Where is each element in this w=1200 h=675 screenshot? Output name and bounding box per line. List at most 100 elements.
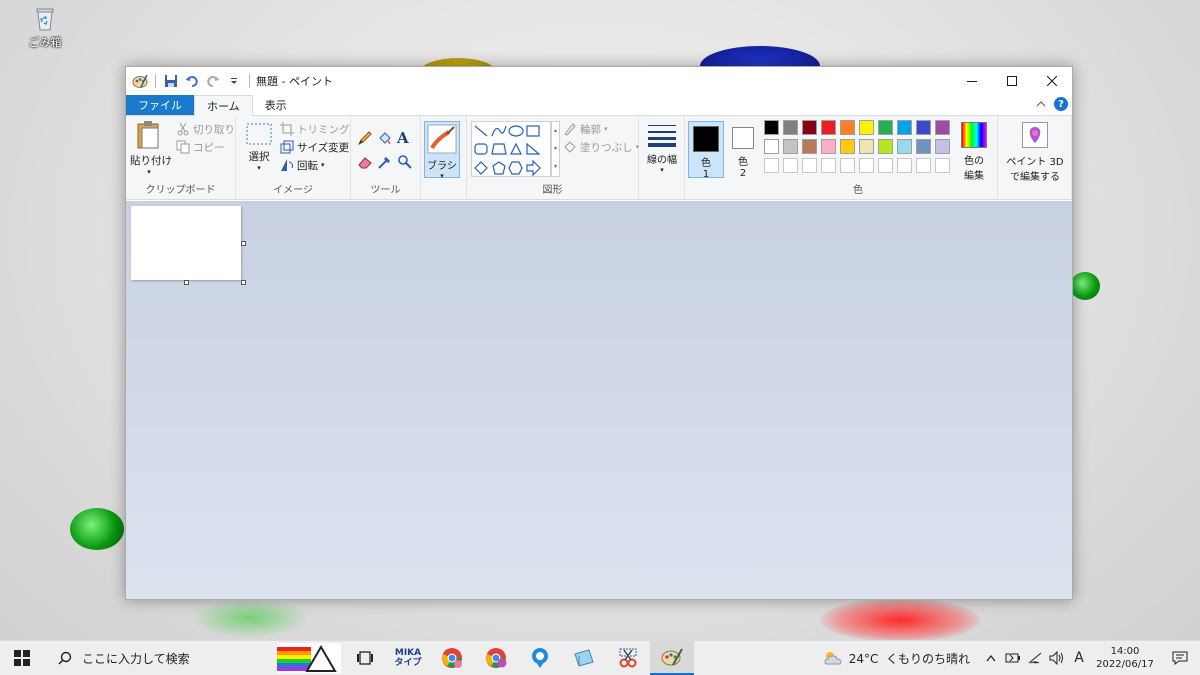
tab-view[interactable]: 表示 [253, 95, 299, 115]
palette-swatch-empty[interactable] [764, 158, 779, 173]
network-tray-button[interactable] [1024, 641, 1046, 675]
palette-swatch-empty[interactable] [859, 158, 874, 173]
eraser-icon[interactable] [357, 154, 373, 170]
palette-swatch-empty[interactable] [878, 158, 893, 173]
palette-swatch[interactable] [916, 120, 931, 135]
palette-swatch[interactable] [764, 120, 779, 135]
palette-swatch-empty[interactable] [935, 158, 950, 173]
palette-swatch-empty[interactable] [916, 158, 931, 173]
palette-swatch[interactable] [935, 120, 950, 135]
ime-indicator[interactable]: A [1068, 641, 1090, 675]
magnifier-icon[interactable] [397, 154, 413, 170]
title-bar[interactable]: 無題 - ペイント [126, 67, 1072, 95]
edit-colors-line2: 編集 [964, 171, 984, 182]
color1-button[interactable]: 色 1 [688, 121, 724, 180]
undo-icon[interactable] [184, 73, 200, 89]
pinned-app-chrome-profile[interactable] [474, 641, 518, 675]
palette-swatch[interactable] [783, 139, 798, 154]
pinned-app-snipping[interactable] [606, 641, 650, 675]
maximize-button[interactable] [992, 67, 1032, 95]
taskbar-app-paint[interactable] [650, 641, 694, 675]
minimize-button[interactable] [952, 67, 992, 95]
canvas-resize-handle-right[interactable] [241, 241, 246, 246]
color2-button[interactable]: 色 2 [726, 121, 760, 179]
palette-swatch[interactable] [783, 120, 798, 135]
palette-swatch[interactable] [859, 120, 874, 135]
color-picker-icon[interactable] [377, 154, 393, 170]
crop-button[interactable]: トリミング [280, 120, 350, 138]
color-wheel-icon [961, 122, 987, 148]
brush-button[interactable]: ブラシ ▾ [424, 121, 460, 180]
battery-tray-button[interactable] [1002, 641, 1024, 675]
taskbar-search[interactable]: ここに入力して検索 [44, 641, 274, 675]
palette-swatch[interactable] [897, 120, 912, 135]
collapse-ribbon-icon[interactable] [1036, 98, 1046, 111]
fill-bucket-icon[interactable] [377, 130, 393, 146]
show-hidden-icons-button[interactable] [980, 641, 1002, 675]
redo-icon[interactable] [205, 73, 221, 89]
pinned-app-chrome[interactable] [430, 641, 474, 675]
paste-button[interactable]: 貼り付け ▾ [130, 120, 172, 176]
canvas-resize-handle-corner[interactable] [241, 280, 246, 285]
palette-swatch[interactable] [821, 120, 836, 135]
fill-button[interactable]: 塗りつぶし ▾ [563, 138, 639, 156]
customize-qat-icon[interactable] [226, 73, 242, 89]
resize-button[interactable]: サイズ変更 [280, 138, 350, 156]
palette-swatch-empty[interactable] [802, 158, 817, 173]
palette-swatch[interactable] [802, 139, 817, 154]
maximize-icon [1007, 76, 1017, 86]
pinned-app-rainbow[interactable] [274, 641, 344, 675]
copy-button[interactable]: コピー [176, 138, 235, 156]
outline-button[interactable]: 輪郭 ▾ [563, 120, 639, 138]
select-button[interactable]: 選択 ▾ [244, 122, 274, 172]
drawing-canvas[interactable] [131, 206, 241, 280]
pinned-app-notebook[interactable] [562, 641, 606, 675]
edit-with-paint3d-button[interactable]: ペイント 3D で編集する [1000, 122, 1070, 183]
task-view-button[interactable] [344, 641, 386, 675]
shape-gallery-scroll[interactable]: ▴ ▾ ▾ [551, 121, 560, 177]
start-button[interactable] [0, 641, 44, 675]
palette-swatch[interactable] [878, 139, 893, 154]
palette-swatch[interactable] [802, 120, 817, 135]
palette-swatch[interactable] [916, 139, 931, 154]
action-center-button[interactable] [1160, 641, 1200, 675]
tab-home[interactable]: ホーム [194, 95, 253, 116]
help-button[interactable]: ? [1054, 97, 1068, 111]
shape-gallery[interactable] [471, 121, 551, 177]
paint-app-icon[interactable] [132, 73, 148, 89]
palette-swatch-empty[interactable] [840, 158, 855, 173]
edit-colors-line1: 色の [964, 156, 984, 167]
palette-swatch-empty[interactable] [897, 158, 912, 173]
size-button[interactable]: 線の幅 ▾ [643, 122, 681, 174]
save-icon[interactable] [163, 73, 179, 89]
rotate-button[interactable]: 回転 ▾ [280, 156, 350, 174]
cut-label: 切り取り [193, 123, 235, 136]
wallpaper-green-orb-small [1070, 272, 1100, 300]
tab-file[interactable]: ファイル [126, 95, 194, 115]
edit-colors-button[interactable]: 色の 編集 [957, 122, 991, 182]
palette-swatch[interactable] [764, 139, 779, 154]
text-tool-icon[interactable]: A [397, 129, 417, 147]
palette-swatch[interactable] [878, 120, 893, 135]
palette-swatch-empty[interactable] [821, 158, 836, 173]
pinned-app-mika[interactable]: MIKA タイプ [386, 641, 430, 675]
palette-swatch-empty[interactable] [783, 158, 798, 173]
pinned-app-blue-drop[interactable] [518, 641, 562, 675]
close-button[interactable] [1032, 67, 1072, 95]
volume-tray-button[interactable] [1046, 641, 1068, 675]
palette-swatch[interactable] [840, 139, 855, 154]
palette-swatch[interactable] [897, 139, 912, 154]
palette-swatch[interactable] [840, 120, 855, 135]
recycle-bin-shortcut[interactable]: ごみ箱 [22, 6, 68, 50]
clock[interactable]: 14:00 2022/06/17 [1090, 641, 1160, 675]
palette-swatch[interactable] [935, 139, 950, 154]
weather-widget[interactable]: 24°C くもりのち晴れ [813, 641, 980, 675]
cut-button[interactable]: 切り取り [176, 120, 235, 138]
palette-swatch[interactable] [821, 139, 836, 154]
palette-swatch[interactable] [859, 139, 874, 154]
canvas-area[interactable] [126, 201, 1072, 599]
pencil-icon[interactable] [357, 130, 373, 146]
color1-number: 1 [702, 169, 710, 180]
canvas-resize-handle-bottom[interactable] [184, 280, 189, 285]
clock-time: 14:00 [1110, 646, 1140, 657]
